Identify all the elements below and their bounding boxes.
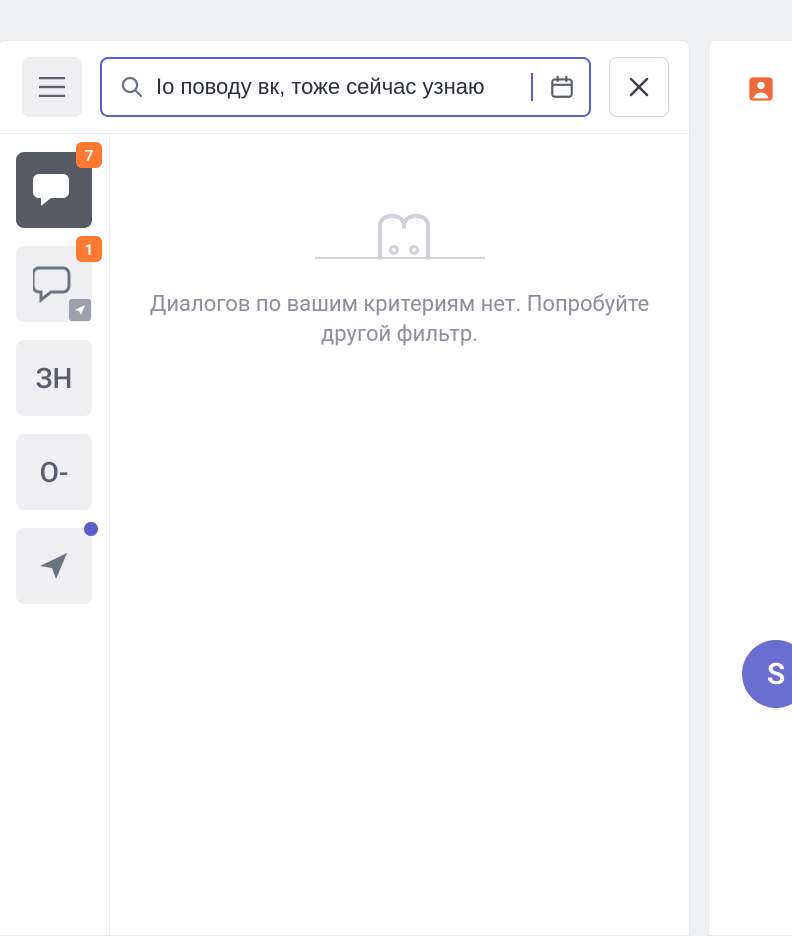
fab-circle[interactable]: S — [742, 640, 792, 708]
body-row: 7 1 ЗН О- — [0, 134, 689, 935]
detail-panel — [708, 40, 792, 936]
badge: 1 — [76, 236, 102, 262]
dialogs-list: Диалогов по вашим критериям нет. Попробу… — [110, 134, 689, 935]
channel-column: 7 1 ЗН О- — [0, 134, 110, 935]
person-icon[interactable] — [747, 75, 775, 103]
channel-chat-secondary[interactable]: 1 — [16, 246, 92, 322]
top-strip — [0, 0, 792, 40]
empty-illustration — [315, 194, 485, 260]
channel-label: О- — [40, 456, 69, 489]
notification-dot — [84, 522, 98, 536]
chat-outline-icon — [33, 264, 75, 304]
calendar-icon[interactable] — [545, 74, 579, 100]
channel-send[interactable] — [16, 528, 92, 604]
chat-filled-icon — [33, 170, 75, 210]
menu-icon — [39, 77, 65, 97]
corner-send-icon — [69, 299, 91, 321]
empty-state-text: Диалогов по вашим критериям нет. Попробу… — [140, 290, 660, 349]
search-icon — [120, 75, 144, 99]
channel-o-dash[interactable]: О- — [16, 434, 92, 510]
badge: 7 — [76, 142, 102, 168]
clear-search-button[interactable] — [609, 57, 669, 117]
search-input[interactable] — [156, 74, 519, 100]
close-icon — [628, 76, 650, 98]
channel-label: ЗН — [36, 362, 73, 395]
dialogs-panel: 7 1 ЗН О- — [0, 40, 690, 936]
menu-button[interactable] — [22, 57, 82, 117]
channel-zn[interactable]: ЗН — [16, 340, 92, 416]
floating-action[interactable]: S — [724, 640, 792, 708]
main-row: 7 1 ЗН О- — [0, 40, 792, 936]
send-icon — [37, 549, 71, 583]
text-cursor — [531, 73, 533, 101]
channel-chat-active[interactable]: 7 — [16, 152, 92, 228]
fab-letter: S — [767, 657, 785, 692]
toolbar — [0, 41, 689, 134]
search-field[interactable] — [100, 57, 591, 117]
